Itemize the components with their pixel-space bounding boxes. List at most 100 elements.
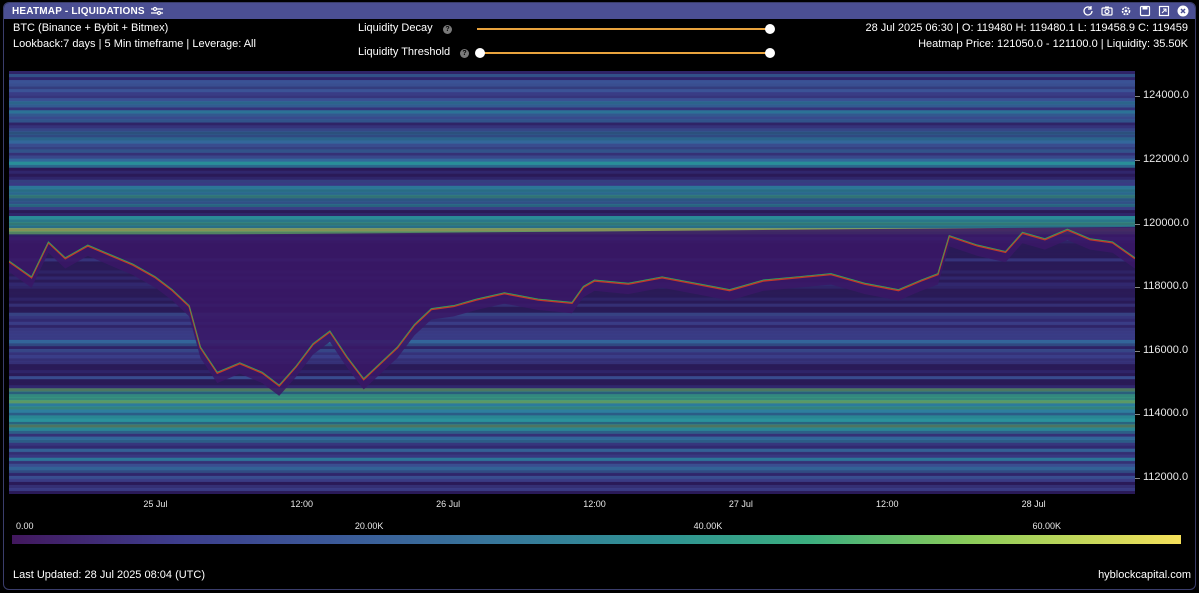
heatmap-band (9, 101, 1135, 105)
heatmap-band (9, 370, 1135, 374)
liquidity-threshold-slider[interactable] (480, 52, 770, 54)
expand-icon[interactable] (1157, 4, 1170, 17)
heatmap-band (9, 355, 1135, 359)
heatmap-band (9, 209, 1135, 214)
heatmap-band (9, 318, 1135, 323)
heatmap-band (9, 463, 1135, 468)
heatmap-band (9, 484, 1135, 489)
y-tick (1135, 287, 1140, 289)
heatmap-band (9, 364, 1135, 368)
heatmap-band (9, 391, 1135, 395)
heatmap-band (9, 225, 1135, 229)
y-tick (1135, 414, 1140, 416)
heatmap-band (9, 424, 1135, 428)
heatmap-band (9, 427, 1135, 431)
heatmap-band (9, 415, 1135, 419)
heatmap-band (9, 394, 1135, 398)
heatmap-band (9, 188, 1135, 193)
camera-icon[interactable] (1100, 4, 1113, 17)
heatmap-band (9, 161, 1135, 166)
y-tick-label: 114000.0 (1143, 407, 1189, 420)
heatmap-band (9, 95, 1135, 99)
heatmap-band (9, 382, 1135, 386)
colorbar-label: 40.00K (693, 521, 723, 531)
last-updated: Last Updated: 28 Jul 2025 08:04 (UTC) (13, 569, 206, 581)
y-tick (1135, 160, 1140, 162)
heatmap-band (9, 333, 1135, 338)
heatmap-band (9, 98, 1135, 102)
x-tick-label: 27 Jul (728, 499, 753, 509)
refresh-icon[interactable] (1081, 4, 1094, 17)
save-icon[interactable] (1138, 4, 1151, 17)
heatmap-band (9, 176, 1135, 181)
heatmap-band (9, 92, 1135, 96)
heatmap-band (9, 487, 1135, 492)
heatmap-band (9, 373, 1135, 377)
heatmap-band (9, 388, 1135, 392)
heatmap-svg (9, 71, 1135, 494)
heatmap-band (9, 412, 1135, 416)
heatmap-band (9, 143, 1135, 147)
heatmap-band (9, 397, 1135, 401)
liquidity-decay-label: Liquidity Decay (358, 22, 433, 34)
x-tick-label: 26 Jul (436, 499, 461, 509)
heatmap-band (9, 134, 1135, 138)
heatmap-band (9, 409, 1135, 413)
heatmap-band (9, 185, 1135, 190)
heatmap-band (9, 430, 1135, 434)
heatmap-band (9, 330, 1135, 335)
heatmap-band (9, 336, 1135, 341)
heatmap-band (9, 376, 1135, 380)
colorbar (12, 535, 1181, 544)
heatmap-band (9, 128, 1135, 132)
heatmap-band (9, 197, 1135, 202)
threshold-min-knob[interactable] (475, 48, 485, 58)
threshold-max-knob[interactable] (765, 48, 775, 58)
brand-link[interactable]: hyblockcapital.com (1098, 569, 1191, 581)
heatmap-band (9, 110, 1135, 114)
heatmap-band (9, 466, 1135, 471)
heatmap-band (9, 77, 1135, 81)
gear-icon[interactable] (1119, 4, 1132, 17)
liquidity-threshold-label: Liquidity Threshold (358, 46, 451, 58)
heatmap-band (9, 451, 1135, 456)
window-title: HEATMAP - LIQUIDATIONS (12, 5, 145, 17)
y-tick (1135, 223, 1140, 225)
heatmap-band (9, 116, 1135, 120)
heatmap-band (9, 213, 1135, 217)
heatmap-band (9, 367, 1135, 371)
liquidity-decay-knob[interactable] (765, 24, 775, 34)
heatmap-band (9, 131, 1135, 135)
heatmap-band (9, 406, 1135, 410)
ohlc-info: 28 Jul 2025 06:30 | O: 119480 H: 119480.… (865, 22, 1188, 34)
colorbar-label: 0.00 (16, 521, 34, 531)
heatmap-band (9, 321, 1135, 326)
heatmap-band (9, 385, 1135, 389)
heatmap-band (9, 206, 1135, 211)
heatmap-band (9, 342, 1135, 347)
heatmap-band (9, 113, 1135, 117)
heatmap-band (9, 194, 1135, 199)
sliders-icon[interactable] (150, 6, 163, 16)
y-tick-label: 112000.0 (1143, 471, 1189, 484)
heatmap-band (9, 403, 1135, 407)
y-tick-label: 120000.0 (1143, 216, 1189, 229)
close-icon[interactable] (1176, 4, 1189, 17)
heatmap-band (9, 140, 1135, 144)
liquidity-decay-slider[interactable] (477, 28, 770, 30)
heatmap-band (9, 86, 1135, 90)
heatmap-band (9, 478, 1135, 483)
liquidation-heatmap[interactable] (9, 71, 1135, 494)
heatmap-band (9, 83, 1135, 87)
y-tick-label: 122000.0 (1143, 153, 1189, 166)
threshold-help-icon[interactable]: ? (460, 49, 469, 58)
heatmap-band (9, 170, 1135, 175)
y-tick-label: 118000.0 (1143, 280, 1189, 293)
heatmap-band (9, 351, 1135, 356)
colorbar-label: 60.00K (1032, 521, 1062, 531)
x-tick-label: 12:00 (290, 499, 314, 509)
heatmap-band (9, 421, 1135, 425)
title-bar: HEATMAP - LIQUIDATIONS (4, 3, 1195, 19)
decay-help-icon[interactable]: ? (443, 25, 452, 34)
heatmap-band (9, 460, 1135, 465)
